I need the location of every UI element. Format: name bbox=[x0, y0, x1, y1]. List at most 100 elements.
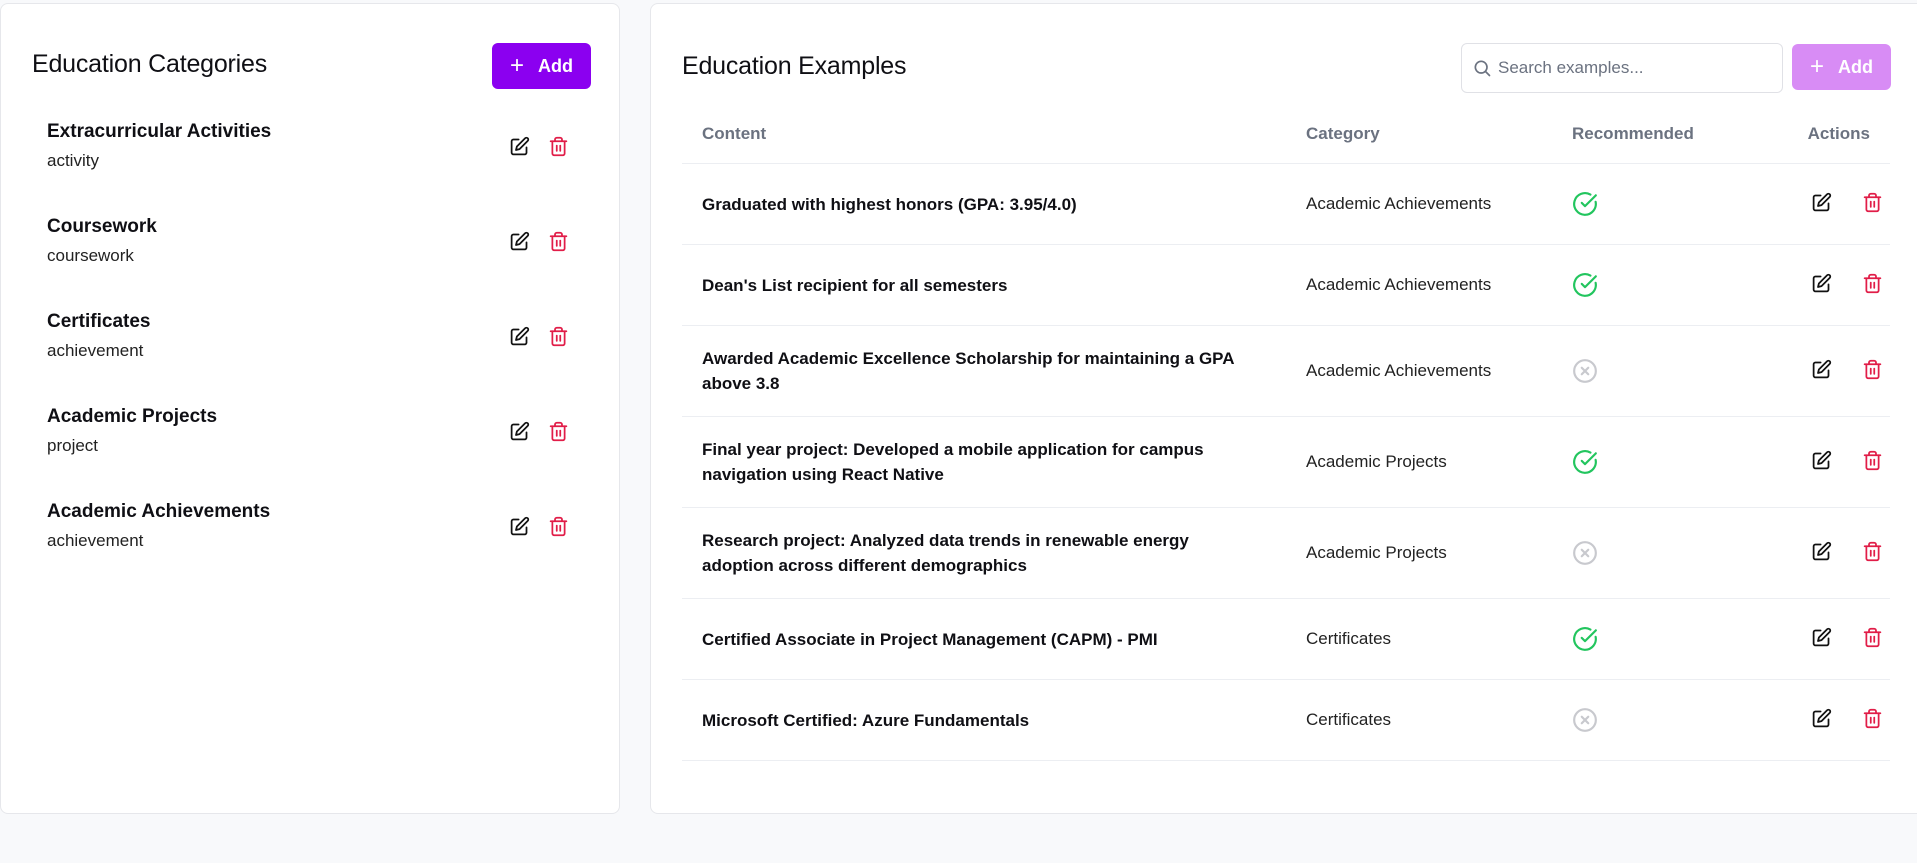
delete-example-button[interactable] bbox=[1858, 189, 1886, 217]
edit-example-button[interactable] bbox=[1807, 270, 1835, 298]
category-name: Academic Projects bbox=[47, 406, 218, 427]
delete-example-button[interactable] bbox=[1858, 270, 1886, 298]
x-circle-icon bbox=[1572, 540, 1598, 566]
edit-icon bbox=[509, 326, 530, 347]
trash-icon bbox=[1862, 627, 1883, 648]
trash-icon bbox=[1862, 450, 1883, 471]
category-item: Certificates achievement bbox=[47, 306, 577, 401]
example-category: Certificates bbox=[1306, 709, 1392, 729]
examples-table: Content Category Recommended Actions Gra… bbox=[682, 114, 1890, 761]
categories-title: Education Categories bbox=[32, 50, 268, 78]
check-circle-icon bbox=[1572, 191, 1598, 217]
example-content: Awarded Academic Excellence Scholarship … bbox=[702, 349, 1234, 393]
table-body: Graduated with highest honors (GPA: 3.95… bbox=[682, 164, 1890, 761]
category-type: project bbox=[47, 436, 99, 455]
add-example-button[interactable]: + Add bbox=[1792, 44, 1891, 90]
edit-icon bbox=[1811, 627, 1832, 648]
example-content: Microsoft Certified: Azure Fundamentals bbox=[702, 711, 1030, 730]
x-circle-icon bbox=[1572, 358, 1598, 384]
trash-icon bbox=[1862, 708, 1883, 729]
example-category: Academic Projects bbox=[1306, 451, 1447, 471]
table-row: Dean's List recipient for all semesters A… bbox=[682, 245, 1890, 326]
example-content: Certified Associate in Project Managemen… bbox=[702, 630, 1158, 649]
search-box bbox=[1461, 43, 1783, 93]
example-category: Academic Achievements bbox=[1306, 193, 1492, 213]
delete-category-button[interactable] bbox=[544, 512, 572, 540]
edit-icon bbox=[509, 231, 530, 252]
trash-icon bbox=[1862, 359, 1883, 380]
column-header-recommended[interactable]: Recommended bbox=[1572, 124, 1694, 144]
delete-category-button[interactable] bbox=[544, 417, 572, 445]
table-row: Microsoft Certified: Azure Fundamentals C… bbox=[682, 680, 1890, 761]
table-row: Research project: Analyzed data trends i… bbox=[682, 508, 1890, 599]
example-category: Academic Achievements bbox=[1306, 360, 1492, 380]
edit-category-button[interactable] bbox=[505, 417, 533, 445]
category-name: Extracurricular Activities bbox=[47, 121, 272, 142]
categories-panel: Education Categories + Add Extracurricul… bbox=[0, 3, 620, 814]
category-list: Extracurricular Activities activity Course… bbox=[47, 116, 577, 591]
table-row: Awarded Academic Excellence Scholarship … bbox=[682, 326, 1890, 417]
category-name: Coursework bbox=[47, 216, 157, 237]
trash-icon bbox=[548, 421, 569, 442]
example-category: Certificates bbox=[1306, 628, 1392, 648]
edit-example-button[interactable] bbox=[1807, 356, 1835, 384]
edit-example-button[interactable] bbox=[1807, 538, 1835, 566]
examples-title: Education Examples bbox=[682, 52, 907, 80]
trash-icon bbox=[1862, 273, 1883, 294]
category-type: activity bbox=[47, 151, 99, 170]
category-item: Academic Projects project bbox=[47, 401, 577, 496]
category-type: achievement bbox=[47, 531, 144, 550]
table-row: Certified Associate in Project Managemen… bbox=[682, 599, 1890, 680]
delete-example-button[interactable] bbox=[1858, 705, 1886, 733]
category-item: Coursework coursework bbox=[47, 211, 577, 306]
plus-icon: + bbox=[509, 52, 524, 79]
edit-example-button[interactable] bbox=[1807, 705, 1835, 733]
edit-icon bbox=[1811, 273, 1832, 294]
edit-icon bbox=[1811, 450, 1832, 471]
edit-category-button[interactable] bbox=[505, 512, 533, 540]
plus-icon: + bbox=[1809, 53, 1824, 80]
check-circle-icon bbox=[1572, 626, 1598, 652]
edit-icon bbox=[509, 136, 530, 157]
check-circle-icon bbox=[1572, 272, 1598, 298]
example-content: Dean's List recipient for all semesters bbox=[702, 276, 1008, 295]
trash-icon bbox=[548, 231, 569, 252]
edit-icon bbox=[1811, 359, 1832, 380]
edit-example-button[interactable] bbox=[1807, 624, 1835, 652]
search-input[interactable] bbox=[1498, 58, 1782, 78]
add-category-label: Add bbox=[538, 55, 573, 76]
table-row: Final year project: Developed a mobile a… bbox=[682, 417, 1890, 508]
x-circle-icon bbox=[1572, 707, 1598, 733]
edit-icon bbox=[1811, 192, 1832, 213]
delete-example-button[interactable] bbox=[1858, 356, 1886, 384]
edit-icon bbox=[1811, 708, 1832, 729]
check-circle-icon bbox=[1572, 449, 1598, 475]
delete-example-button[interactable] bbox=[1858, 447, 1886, 475]
column-header-content[interactable]: Content bbox=[702, 124, 766, 144]
delete-example-button[interactable] bbox=[1858, 538, 1886, 566]
trash-icon bbox=[1862, 192, 1883, 213]
edit-category-button[interactable] bbox=[505, 227, 533, 255]
add-category-button[interactable]: + Add bbox=[492, 43, 591, 89]
category-name: Certificates bbox=[47, 311, 151, 332]
edit-category-button[interactable] bbox=[505, 322, 533, 350]
table-header: Content Category Recommended Actions bbox=[682, 114, 1890, 164]
delete-category-button[interactable] bbox=[544, 322, 572, 350]
delete-category-button[interactable] bbox=[544, 132, 572, 160]
edit-category-button[interactable] bbox=[505, 132, 533, 160]
edit-example-button[interactable] bbox=[1807, 189, 1835, 217]
example-content: Research project: Analyzed data trends i… bbox=[702, 531, 1189, 575]
delete-category-button[interactable] bbox=[544, 227, 572, 255]
category-item: Academic Achievements achievement bbox=[47, 496, 577, 591]
trash-icon bbox=[1862, 541, 1883, 562]
delete-example-button[interactable] bbox=[1858, 624, 1886, 652]
trash-icon bbox=[548, 136, 569, 157]
column-header-actions: Actions bbox=[1807, 124, 1870, 143]
category-item: Extracurricular Activities activity bbox=[47, 116, 577, 211]
edit-icon bbox=[509, 516, 530, 537]
column-header-category[interactable]: Category bbox=[1306, 124, 1380, 144]
edit-example-button[interactable] bbox=[1807, 447, 1835, 475]
trash-icon bbox=[548, 326, 569, 347]
edit-icon bbox=[1811, 541, 1832, 562]
search-icon bbox=[1472, 58, 1492, 78]
